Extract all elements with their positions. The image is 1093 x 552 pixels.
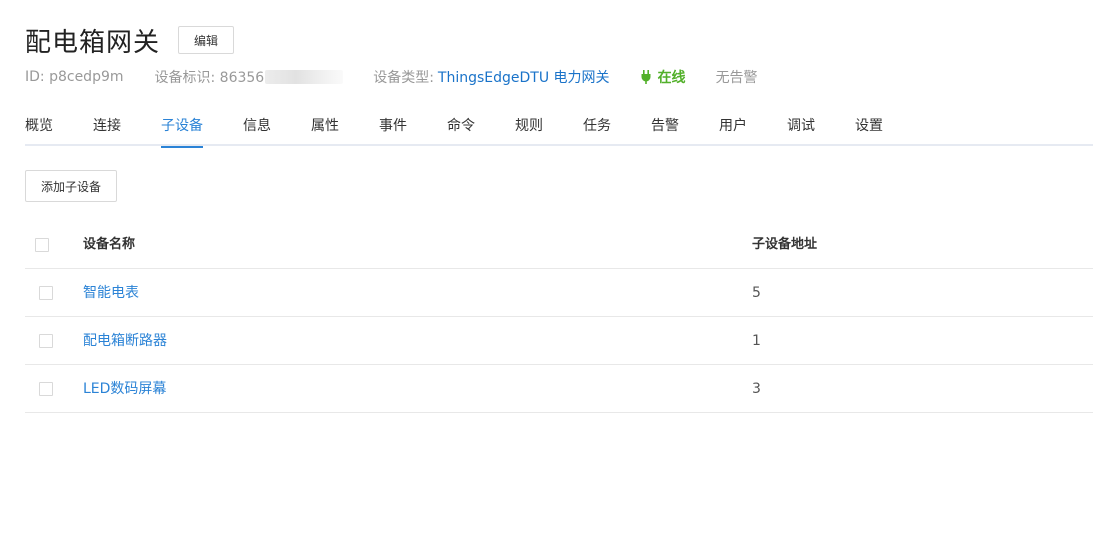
device-serial-label: 设备标识: 86356: [154, 70, 265, 86]
device-name-link[interactable]: 智能电表: [83, 269, 139, 317]
device-address: 5: [752, 285, 761, 301]
device-meta: ID: p8cedp9m 设备标识: 86356 设备类型: ThingsEdg…: [25, 67, 758, 87]
device-header: 配电箱网关 编辑 ID: p8cedp9m 设备标识: 86356 设备类型: …: [25, 22, 1093, 86]
tab-subdevices[interactable]: 子设备: [161, 108, 203, 148]
plug-icon: [640, 70, 652, 84]
tab-connection[interactable]: 连接: [93, 108, 161, 146]
tab-commands[interactable]: 命令: [447, 108, 515, 146]
tab-events[interactable]: 事件: [379, 108, 447, 146]
device-id: ID: p8cedp9m: [25, 69, 124, 85]
table-row: 配电箱断路器 1: [25, 317, 1093, 365]
row-checkbox[interactable]: [39, 382, 53, 396]
subdevice-table: 设备名称 子设备地址 智能电表 5 配电箱断路器 1 LED数码屏幕 3: [25, 221, 1093, 413]
row-checkbox[interactable]: [39, 334, 53, 348]
tab-tasks[interactable]: 任务: [583, 108, 651, 146]
table-row: 智能电表 5: [25, 269, 1093, 317]
title-row: 配电箱网关 编辑: [25, 22, 1093, 58]
column-header-name: 设备名称: [83, 237, 136, 252]
status-badge: 在线: [640, 67, 686, 87]
device-type-label: 设备类型:: [373, 70, 434, 86]
device-type-link[interactable]: ThingsEdgeDTU 电力网关: [438, 67, 610, 87]
tab-rules[interactable]: 规则: [515, 108, 583, 146]
device-type: 设备类型: ThingsEdgeDTU 电力网关: [373, 67, 609, 87]
tab-debug[interactable]: 调试: [787, 108, 855, 146]
tab-alarms[interactable]: 告警: [651, 108, 719, 146]
alarm-status: 无告警: [715, 70, 758, 86]
device-serial: 设备标识: 86356: [155, 67, 344, 87]
page-title: 配电箱网关: [25, 27, 161, 58]
tab-settings[interactable]: 设置: [855, 108, 923, 146]
device-name-link[interactable]: LED数码屏幕: [83, 365, 166, 413]
row-checkbox[interactable]: [39, 286, 53, 300]
table-row: LED数码屏幕 3: [25, 365, 1093, 413]
tab-users[interactable]: 用户: [719, 108, 787, 146]
column-header-address: 子设备地址: [752, 237, 818, 252]
device-address: 3: [752, 381, 761, 397]
masked-serial: [265, 70, 344, 84]
tab-overview[interactable]: 概览: [25, 108, 93, 146]
tab-info[interactable]: 信息: [243, 108, 311, 146]
status-text: 在线: [657, 70, 686, 86]
select-all-checkbox[interactable]: [35, 238, 49, 252]
tab-bar: 概览 连接 子设备 信息 属性 事件 命令 规则 任务 告警 用户 调试 设置: [25, 108, 1093, 148]
tab-properties[interactable]: 属性: [311, 108, 379, 146]
add-subdevice-button[interactable]: 添加子设备: [25, 170, 117, 202]
device-address: 1: [752, 333, 761, 349]
table-header: 设备名称 子设备地址: [25, 221, 1093, 269]
device-name-link[interactable]: 配电箱断路器: [83, 317, 167, 365]
edit-button[interactable]: 编辑: [178, 26, 235, 54]
